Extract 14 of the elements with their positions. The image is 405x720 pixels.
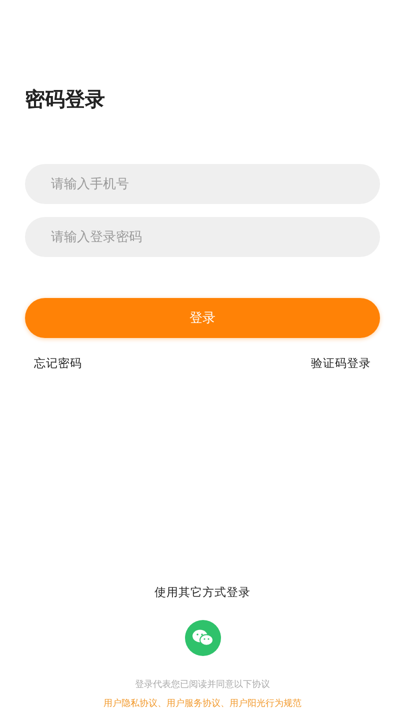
- separator-text: 、: [158, 698, 166, 710]
- separator-text: 、: [220, 698, 230, 710]
- input-field[interactable]: 请输入登录密码: [25, 217, 380, 257]
- input-field[interactable]: 请输入手机号: [25, 164, 380, 204]
- agreement-text: 登录代表您已阅读并同意以下协议: [135, 678, 270, 691]
- sms-login-link[interactable]: 验证码登录: [311, 356, 371, 371]
- login-button[interactable]: 登录: [25, 298, 380, 338]
- chat-bubbles-icon[interactable]: [184, 620, 220, 656]
- other-login-label: 使用其它方式登录: [154, 585, 250, 600]
- agreement-link[interactable]: 用户阳光行为规范: [230, 697, 302, 710]
- agreement-link[interactable]: 用户隐私协议: [104, 697, 158, 710]
- page-title: 密码登录: [25, 86, 106, 113]
- agreement-link[interactable]: 用户服务协议: [166, 697, 220, 710]
- forgot-password-link[interactable]: 忘记密码: [34, 356, 82, 371]
